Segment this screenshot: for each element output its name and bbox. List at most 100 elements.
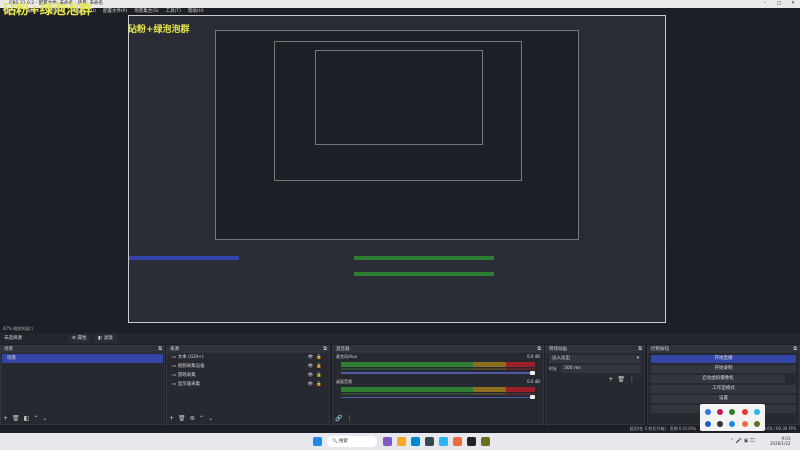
tray-icons[interactable]: ⌃ 🎤 ▣ 🖵 [730,438,755,444]
overlay-text-nested: 砧粉+绿泡泡群 [128,25,190,35]
tray-app-icon[interactable] [717,420,724,427]
source-item[interactable]: ▭ 文本 (GDI+) 👁🔒 [167,353,329,362]
minimize-button[interactable]: – [758,0,772,8]
tray-app-icon[interactable] [741,420,748,427]
menu-help[interactable]: 帮助(H) [188,8,204,15]
dock-title: 场景 [4,347,13,352]
dock-title: 来源 [170,347,179,352]
tray-app-icon[interactable] [704,408,711,415]
filter-icon[interactable]: ◧ [24,415,30,422]
delete-icon[interactable]: 🗑 [12,415,20,422]
date: 2026/1/22 [770,441,791,446]
scenes-dock: 场景 ⧉ 场景 + 🗑 ◧ ⌃ ⌄ [0,345,165,425]
undock-icon[interactable]: ⧉ [158,346,162,353]
dock-title: 转场动画 [549,347,567,352]
start-recording-button[interactable]: 开始录制 [651,365,796,373]
volume-slider[interactable] [341,395,535,399]
transition-type: 淡入淡出 [552,356,570,361]
gear-icon[interactable]: ⚙ [190,415,195,422]
visibility-lock-icons[interactable]: 👁🔒 [308,371,325,380]
add-icon[interactable]: + [3,415,8,422]
undock-icon[interactable]: ⧉ [537,346,541,353]
taskbar-app-icon[interactable] [383,437,392,446]
source-label: 显示器采集 [177,382,201,387]
preview-canvas[interactable] [128,15,666,323]
up-icon[interactable]: ⌃ [199,415,204,422]
studio-mode-button[interactable]: 工作室模式 [651,385,796,393]
menu-scene-collection[interactable]: 场景集合(S) [134,8,158,15]
no-source-label: 未选择源 [4,336,22,341]
tray-app-icon[interactable] [729,408,736,415]
dock-title: 控制按钮 [651,347,669,352]
status-delay: 延迟(在 3 秒后开始) [629,426,666,431]
tray-overflow-popup [700,404,765,431]
audio-meter [341,362,535,367]
nested-preview [215,30,579,240]
folder-icon[interactable] [397,437,406,446]
tray-app-icon[interactable] [741,408,748,415]
overlay-text: 砧粉+绿泡泡群 [3,3,92,18]
sources-dock: 来源 ⧉ ▭ 文本 (GDI+) 👁🔒 ▭ 视频采集设备 👁🔒 ▭ 游戏采集 👁🔒 ▭ … [166,345,330,425]
menu-bar: 文件(F) 编辑(E) 视图(V) 停靠窗口(D) 配置文件(P) 场景集合(S) 工具(T… [0,8,800,15]
down-icon[interactable]: ⌄ [208,415,213,422]
close-button[interactable]: ✕ [786,0,800,8]
taskbar: 🔍 搜索 ⌃ 🎤 ▣ 🖵 9:03 2026/1/22 [0,433,800,450]
obs-icon[interactable] [467,437,476,446]
maximize-button[interactable]: □ [772,0,786,8]
duration-label: 时长 [549,366,557,371]
channel-name: 麦克风/Aux [336,354,357,359]
taskbar-app-icon[interactable] [439,437,448,446]
down-icon[interactable]: ⌄ [42,415,47,422]
edge-icon[interactable] [411,437,420,446]
source-item[interactable]: ▭ 游戏采集 👁🔒 [167,371,329,380]
virtual-camera-button[interactable]: 启动虚拟摄像机 [651,375,785,383]
undock-icon[interactable]: ⧉ [638,346,642,353]
source-item[interactable]: ▭ 视频采集设备 👁🔒 [167,362,329,371]
delete-icon[interactable]: 🗑 [617,376,629,383]
channel-db: 0.0 dB [527,354,540,359]
channel-db: 0.0 dB [527,378,540,384]
nested-preview [315,50,483,145]
link-icon[interactable]: 🔗 [335,415,342,422]
start-streaming-button[interactable]: 开始直播 [651,355,796,363]
audio-meter [341,392,535,395]
menu-icon[interactable]: ⋮ [629,376,639,383]
duration-input[interactable]: 300 ms [561,365,641,373]
transition-select[interactable]: 淡入淡出 ▾ [549,355,641,363]
audio-meter [341,386,535,392]
menu-icon[interactable]: ⋮ [346,415,352,422]
tray-app-icon[interactable] [754,408,761,415]
tray-app-icon[interactable] [704,420,711,427]
tray-app-icon[interactable] [729,420,736,427]
taskbar-app-icon[interactable] [481,437,490,446]
menu-profile[interactable]: 配置文件(P) [103,8,127,15]
tray-app-icon[interactable] [754,420,761,427]
properties-button[interactable]: ⚙ 属性 [68,334,91,343]
volume-slider[interactable] [341,370,535,374]
settings-button[interactable]: 设置 [651,395,796,403]
nested-preview [274,41,522,181]
nested-docks [129,248,665,322]
up-icon[interactable]: ⌃ [33,415,38,422]
source-label: 游戏采集 [177,373,196,378]
menu-tools[interactable]: 工具(T) [166,8,181,15]
undock-icon[interactable]: ⧉ [323,346,327,353]
start-icon[interactable] [313,437,322,446]
filters-button[interactable]: ◧ 滤镜 [94,334,117,343]
visibility-lock-icons[interactable]: 👁🔒 [308,353,325,362]
visibility-lock-icons[interactable]: 👁🔒 [308,380,325,389]
store-icon[interactable] [425,437,434,446]
preview-zoom[interactable]: 67% 缩放到窗口 [0,324,800,333]
taskbar-app-icon[interactable] [453,437,462,446]
status-fps: 60.00 / 60.00 FPS [760,426,796,431]
visibility-lock-icons[interactable]: 👁🔒 [308,362,325,371]
add-icon[interactable]: + [169,415,174,422]
scene-item[interactable]: 场景 [2,354,163,363]
clock[interactable]: 9:03 2026/1/22 [770,436,791,446]
source-item[interactable]: ▭ 显示器采集 👁🔒 [167,380,329,389]
delete-icon[interactable]: 🗑 [178,415,186,422]
tray-app-icon[interactable] [717,408,724,415]
search-box[interactable]: 🔍 搜索 [327,436,377,447]
undock-icon[interactable]: ⧉ [793,346,797,353]
source-label: 文本 (GDI+) [177,355,204,360]
